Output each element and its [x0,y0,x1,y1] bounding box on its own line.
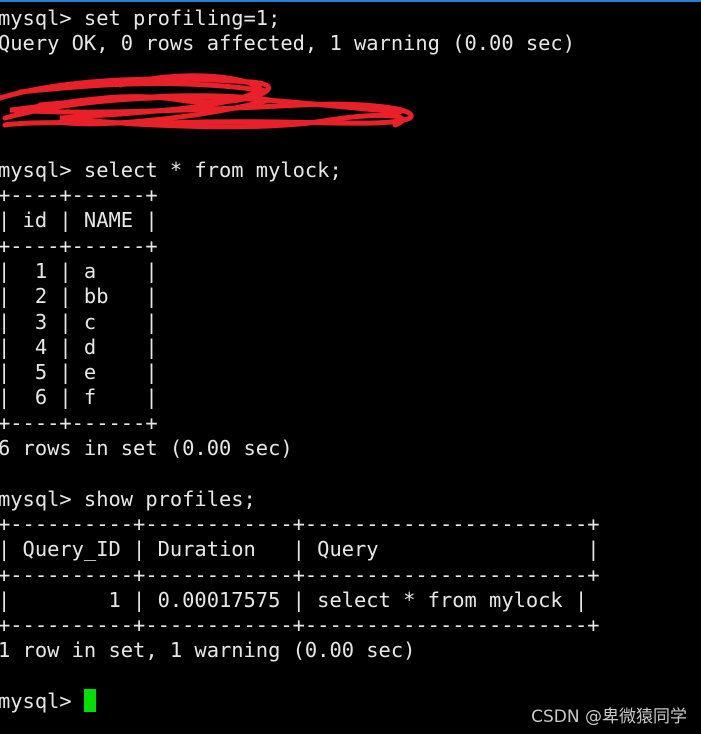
terminal-line: | 2 | bb | [0,284,158,309]
terminal-line: 1 row in set, 1 warning (0.00 sec) [0,638,416,663]
terminal-line: +----+------+ [0,183,158,208]
terminal-line: | 3 | c | [0,309,158,334]
watermark: CSDN @卑微猿同学 [531,707,687,727]
terminal-line: +----+------+ [0,410,158,435]
terminal-line: Query OK, 0 rows affected, 1 warning (0.… [0,31,575,56]
terminal-line: | 1 | a | [0,258,158,283]
cursor-block [83,689,96,713]
terminal-line: | 6 | f | [0,385,158,410]
terminal-line: | 4 | d | [0,334,158,359]
terminal-line: 6 rows in set (0.00 sec) [0,436,293,461]
terminal-line: mysql> show profiles; [0,486,256,511]
terminal-line: | Query_ID | Duration | Query | [0,537,600,562]
terminal-line: +----------+------------+---------------… [0,511,600,536]
terminal-line: mysql> set profiling=1; [0,6,281,30]
prompt: mysql> [0,689,84,714]
terminal-line: mysql> select * from mylock; [0,157,342,182]
window-border [0,0,701,2]
terminal-line: | 1 | 0.00017575 | select * from mylock … [0,587,588,612]
terminal-line: +----+------+ [0,233,158,258]
terminal-line: | 5 | e | [0,360,158,385]
terminal-line: +----------+------------+---------------… [0,562,600,587]
prompt-line[interactable]: mysql> [0,689,600,714]
terminal-line: | id | NAME | [0,208,158,233]
terminal-line: +----------+------------+---------------… [0,613,600,638]
red-redaction-scribble [0,73,414,130]
